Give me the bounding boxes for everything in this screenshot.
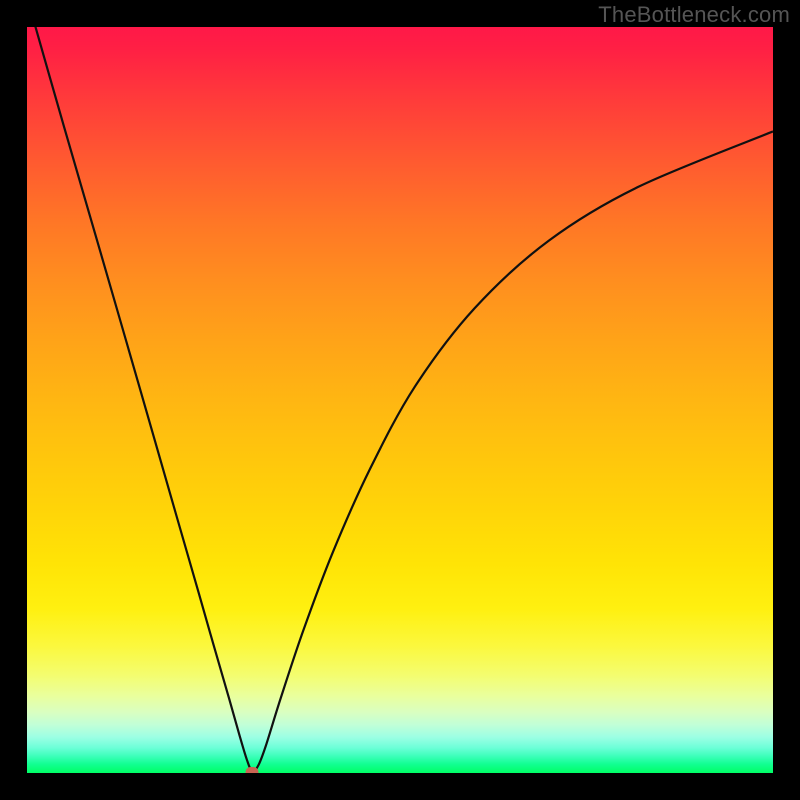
chart-plot-area	[27, 27, 773, 773]
bottleneck-curve-path	[27, 27, 773, 772]
optimal-point-marker	[246, 767, 259, 774]
chart-curve-svg	[27, 27, 773, 773]
watermark-text: TheBottleneck.com	[598, 2, 790, 28]
